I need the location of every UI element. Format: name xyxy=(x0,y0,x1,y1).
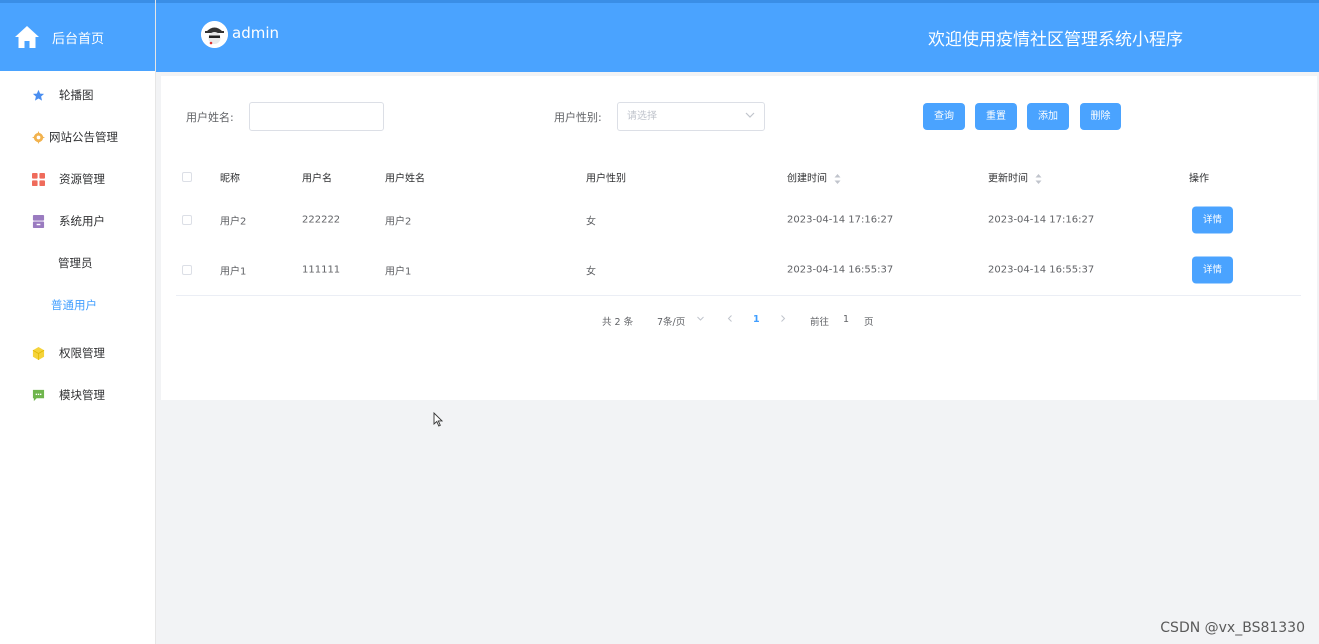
sidebar-item-normal-users[interactable]: 普通用户 xyxy=(0,284,155,326)
table-row: 用户1 111111 用户1 女 2023-04-14 16:55:37 202… xyxy=(176,245,1301,296)
sidebar-menu: 轮播图 网站公告管理 资源管理 系统用户 管理员 普通用户 权限管理 模块管理 xyxy=(0,74,155,416)
next-page-button[interactable] xyxy=(779,314,787,326)
sidebar-item-admin[interactable]: 管理员 xyxy=(0,242,155,284)
cell-realname: 用户1 xyxy=(385,266,412,278)
select-all-checkbox[interactable] xyxy=(182,172,192,182)
cell-created: 2023-04-14 17:16:27 xyxy=(787,214,894,225)
user-table: 昵称 用户名 用户姓名 用户性别 创建时间 更新时间 操作 用户2 222222… xyxy=(176,160,1301,296)
sidebar-item-resources[interactable]: 资源管理 xyxy=(0,158,155,200)
content-panel: 用户姓名: 用户性别: 请选择 查询 重置 添加 删除 昵称 用户名 用户姓名 … xyxy=(161,76,1317,400)
page-unit-label: 页 xyxy=(864,317,874,328)
cell-updated: 2023-04-14 16:55:37 xyxy=(988,264,1095,276)
column-header: 用户性别 xyxy=(586,173,626,185)
sidebar: 后台首页 轮播图 网站公告管理 资源管理 系统用户 管理员 普通用户 权限管理 … xyxy=(0,0,156,644)
sidebar-item-permissions[interactable]: 权限管理 xyxy=(0,332,155,374)
home-icon xyxy=(15,26,39,48)
row-checkbox[interactable] xyxy=(182,265,192,275)
sidebar-item-label: 资源管理 xyxy=(59,172,105,186)
column-header: 用户姓名 xyxy=(385,173,425,185)
sidebar-item-label: 网站公告管理 xyxy=(49,130,118,144)
chat-icon xyxy=(31,388,45,402)
avatar[interactable] xyxy=(201,21,228,48)
detail-button[interactable]: 详情 xyxy=(1192,206,1233,233)
sidebar-home[interactable]: 后台首页 xyxy=(0,0,155,72)
column-header: 操作 xyxy=(1189,173,1209,185)
name-input[interactable] xyxy=(249,102,384,131)
gender-label: 用户性别: xyxy=(554,111,602,124)
cell-nickname: 用户1 xyxy=(220,266,247,278)
cell-gender: 女 xyxy=(586,216,596,227)
cube-icon xyxy=(31,346,45,360)
query-button[interactable]: 查询 xyxy=(923,103,965,130)
name-label: 用户姓名: xyxy=(186,111,234,124)
pagination-total: 共 2 条 xyxy=(602,317,634,328)
column-header-created[interactable]: 创建时间 xyxy=(787,170,841,185)
avatar-icon xyxy=(201,21,228,48)
cell-nickname: 用户2 xyxy=(220,216,247,227)
delete-button[interactable]: 删除 xyxy=(1080,103,1121,130)
sort-icon[interactable] xyxy=(1035,173,1042,184)
cell-gender: 女 xyxy=(586,266,596,278)
column-header-label: 创建时间 xyxy=(787,173,827,185)
column-header: 用户名 xyxy=(302,173,332,185)
page-size-select[interactable]: 7条/页 xyxy=(657,314,685,328)
reset-button[interactable]: 重置 xyxy=(975,103,1017,130)
sidebar-title: 后台首页 xyxy=(52,31,105,47)
gender-select-placeholder: 请选择 xyxy=(627,111,657,122)
gender-select[interactable]: 请选择 xyxy=(617,102,765,131)
detail-button[interactable]: 详情 xyxy=(1192,256,1233,284)
column-header-updated[interactable]: 更新时间 xyxy=(988,170,1042,185)
row-checkbox[interactable] xyxy=(182,214,192,225)
sidebar-item-label: 轮播图 xyxy=(59,88,94,102)
mouse-cursor-icon xyxy=(433,412,443,427)
table-row: 用户2 222222 用户2 女 2023-04-14 17:16:27 202… xyxy=(176,194,1301,245)
watermark: CSDN @vx_BS81330 xyxy=(1160,620,1305,636)
sidebar-item-label: 管理员 xyxy=(58,256,93,270)
grid-icon xyxy=(31,172,45,186)
gear-icon xyxy=(31,130,45,144)
sort-icon[interactable] xyxy=(834,173,841,184)
cell-realname: 用户2 xyxy=(385,216,412,227)
page-number-current[interactable]: 1 xyxy=(753,314,760,325)
sidebar-item-label: 普通用户 xyxy=(51,298,97,312)
username[interactable]: admin xyxy=(232,24,279,42)
add-button[interactable]: 添加 xyxy=(1027,103,1069,130)
top-header: admin 欢迎使用疫情社区管理系统小程序 xyxy=(156,0,1319,72)
chevron-down-icon xyxy=(696,314,705,326)
sidebar-item-system-users[interactable]: 系统用户 xyxy=(0,200,155,242)
cell-username: 111111 xyxy=(302,264,341,276)
column-header-label: 更新时间 xyxy=(988,173,1028,185)
sidebar-item-modules[interactable]: 模块管理 xyxy=(0,374,155,416)
cell-username: 222222 xyxy=(302,214,341,225)
column-header: 昵称 xyxy=(220,173,240,185)
goto-label: 前往 xyxy=(810,317,830,328)
sidebar-item-label: 权限管理 xyxy=(59,346,105,360)
sidebar-item-carousel[interactable]: 轮播图 xyxy=(0,74,155,116)
storage-icon xyxy=(31,214,45,228)
cell-updated: 2023-04-14 17:16:27 xyxy=(988,214,1095,225)
goto-input[interactable]: 1 xyxy=(843,314,849,325)
table-header-row: 昵称 用户名 用户姓名 用户性别 创建时间 更新时间 操作 xyxy=(176,160,1301,194)
star-icon xyxy=(31,88,45,102)
welcome-title: 欢迎使用疫情社区管理系统小程序 xyxy=(928,30,1183,50)
prev-page-button[interactable] xyxy=(726,314,734,326)
sidebar-item-label: 模块管理 xyxy=(59,388,105,402)
pagination: 共 2 条 7条/页 1 前往 1 页 xyxy=(161,314,1317,328)
sidebar-item-announcement[interactable]: 网站公告管理 xyxy=(0,116,155,158)
cell-created: 2023-04-14 16:55:37 xyxy=(787,264,894,276)
sidebar-item-label: 系统用户 xyxy=(59,214,105,228)
chevron-down-icon xyxy=(745,112,755,118)
